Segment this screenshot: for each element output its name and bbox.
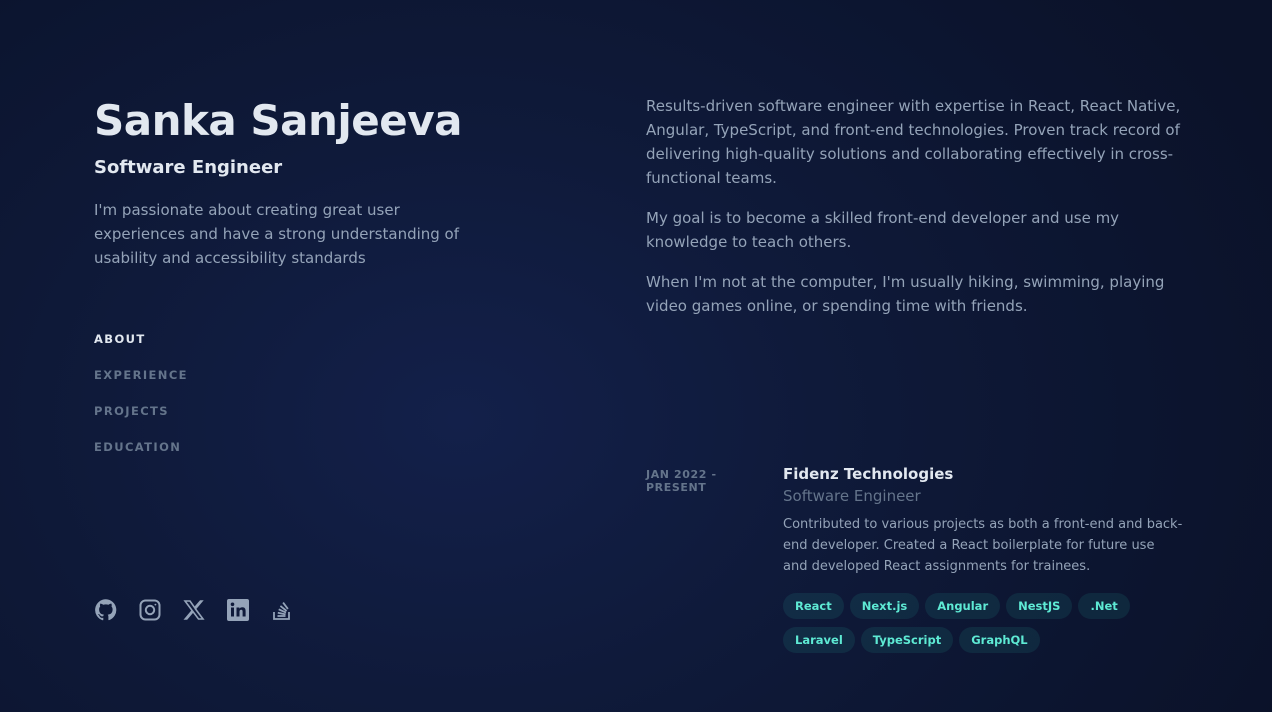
stackoverflow-icon[interactable] bbox=[270, 598, 294, 622]
experience-company[interactable]: Fidenz Technologies bbox=[783, 464, 1183, 484]
tech-tag: .Net bbox=[1078, 593, 1130, 619]
section-nav: ABOUT EXPERIENCE PROJECTS EDUCATION bbox=[94, 332, 188, 476]
profile-header: Sanka Sanjeeva Software Engineer I'm pas… bbox=[94, 96, 474, 270]
experience-description: Contributed to various projects as both … bbox=[783, 517, 1183, 574]
tech-tag: Next.js bbox=[849, 593, 920, 619]
tech-tag: TypeScript bbox=[860, 627, 954, 653]
about-paragraph: My goal is to become a skilled front-end… bbox=[646, 209, 1120, 251]
instagram-icon[interactable] bbox=[138, 598, 162, 622]
tech-tag: NestJS bbox=[1006, 593, 1073, 619]
about-section: Results-driven software engineer with ex… bbox=[646, 94, 1186, 334]
linkedin-icon[interactable] bbox=[226, 598, 250, 622]
profile-tagline: I'm passionate about creating great user… bbox=[94, 201, 460, 267]
about-paragraph: Results-driven software engineer with ex… bbox=[646, 97, 1181, 187]
experience-title: Software Engineer bbox=[783, 487, 921, 505]
social-links bbox=[94, 598, 294, 622]
tech-tag: Angular bbox=[925, 593, 1001, 619]
github-icon[interactable] bbox=[94, 598, 118, 622]
tech-tag: React bbox=[783, 593, 844, 619]
tech-tag: GraphQL bbox=[959, 627, 1040, 653]
tech-tags: React Next.js Angular NestJS .Net Larave… bbox=[783, 593, 1183, 653]
experience-date: JAN 2022 - PRESENT bbox=[646, 468, 717, 494]
nav-projects[interactable]: PROJECTS bbox=[94, 404, 188, 422]
x-icon[interactable] bbox=[182, 598, 206, 622]
nav-education[interactable]: EDUCATION bbox=[94, 440, 188, 458]
tech-tag: Laravel bbox=[783, 627, 855, 653]
profile-name: Sanka Sanjeeva bbox=[94, 96, 462, 145]
nav-experience[interactable]: EXPERIENCE bbox=[94, 368, 188, 386]
about-paragraph: When I'm not at the computer, I'm usuall… bbox=[646, 273, 1165, 315]
profile-role: Software Engineer bbox=[94, 157, 283, 178]
nav-about[interactable]: ABOUT bbox=[94, 332, 188, 350]
